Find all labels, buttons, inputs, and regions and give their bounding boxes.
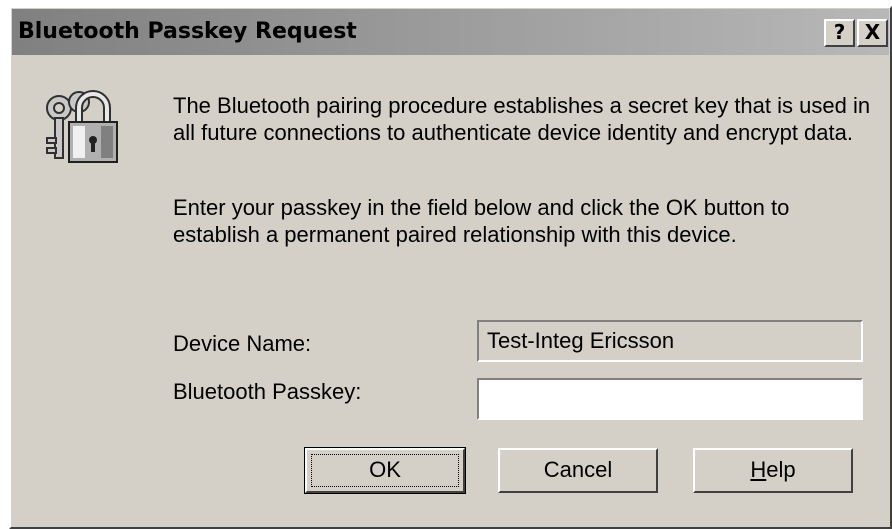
device-name-label: Device Name:	[173, 331, 312, 356]
title-help-button[interactable]: ?	[824, 19, 855, 47]
device-name-field: Test-Integ Ericsson	[477, 320, 863, 362]
title-bar[interactable]: Bluetooth Passkey Request ? X	[12, 9, 889, 55]
cancel-button[interactable]: Cancel	[498, 448, 658, 493]
intro-paragraph: The Bluetooth pairing procedure establis…	[173, 93, 871, 145]
title-close-button[interactable]: X	[857, 19, 888, 47]
help-mnemonic: H	[750, 457, 767, 482]
help-button[interactable]: Help	[693, 448, 853, 493]
dialog-content: The Bluetooth pairing procedure establis…	[11, 56, 890, 527]
help-button-label: elp	[766, 457, 796, 482]
lock-and-keys-icon	[46, 90, 118, 163]
ok-button[interactable]: OK	[304, 447, 466, 494]
bluetooth-passkey-dialog: Bluetooth Passkey Request ? X The Blueto…	[9, 6, 892, 529]
focus-rectangle	[311, 454, 459, 487]
instruction-paragraph: Enter your passkey in the field below an…	[173, 195, 790, 247]
passkey-input[interactable]	[477, 378, 863, 420]
passkey-label: Bluetooth Passkey:	[173, 379, 362, 404]
window-title: Bluetooth Passkey Request	[18, 19, 357, 44]
cancel-button-label: Cancel	[543, 457, 613, 482]
